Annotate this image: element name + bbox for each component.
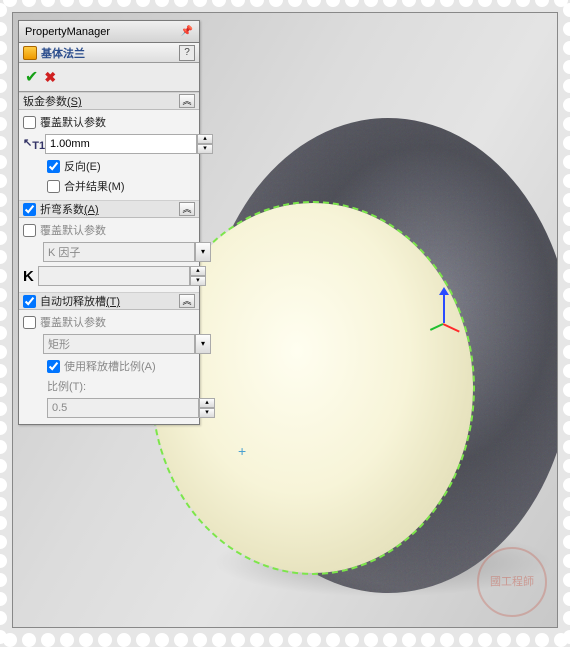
override-defaults-row[interactable]: 覆盖默认参数 (23, 222, 195, 238)
override-defaults-checkbox[interactable] (23, 316, 36, 329)
panel-title: PropertyManager (25, 26, 110, 38)
auto-relief-enable-checkbox[interactable] (23, 295, 36, 308)
reverse-checkbox[interactable] (47, 160, 60, 173)
override-defaults-checkbox[interactable] (23, 116, 36, 129)
thickness-spinbox[interactable]: ▴▾ (45, 134, 213, 154)
k-factor-row: K ▴▾ (23, 266, 195, 286)
help-button[interactable]: ? (179, 45, 195, 61)
spin-up-icon[interactable]: ▴ (197, 134, 213, 144)
use-ratio-checkbox[interactable] (47, 360, 60, 373)
section-body-auto-relief: 覆盖默认参数 ▾ 使用释放槽比例(A) 比例(T): ▴▾ (19, 310, 199, 424)
ratio-label-row: 比例(T): (23, 378, 195, 394)
pin-icon[interactable]: 📌 (181, 26, 193, 37)
override-defaults-checkbox[interactable] (23, 224, 36, 237)
ratio-input[interactable] (47, 398, 199, 418)
spin-down-icon[interactable]: ▾ (199, 408, 215, 418)
collapse-icon[interactable]: ︽ (179, 94, 195, 108)
reverse-row[interactable]: 反向(E) (23, 158, 195, 174)
override-defaults-label: 覆盖默认参数 (40, 314, 106, 330)
panel-titlebar[interactable]: PropertyManager 📌 (19, 21, 199, 43)
section-header-bend-allowance[interactable]: 折弯系数(A) ︽ (19, 200, 199, 218)
k-factor-spinbox[interactable]: ▴▾ (38, 266, 206, 286)
property-manager-panel: PropertyManager 📌 基体法兰 ? ✔ ✖ 钣金参数(S) ︽ 覆… (18, 20, 200, 425)
merge-row[interactable]: 合并结果(M) (23, 178, 195, 194)
z-axis-icon (443, 293, 445, 323)
bend-type-dropdown[interactable]: ▾ (43, 242, 211, 262)
spin-down-icon[interactable]: ▾ (190, 276, 206, 286)
merge-label: 合并结果(M) (64, 178, 125, 194)
section-label: 自动切释放槽(T) (40, 293, 120, 309)
section-body-sheet-metal: 覆盖默认参数 ↖T1 ▴▾ 反向(E) 合并结果(M) (19, 110, 199, 200)
collapse-icon[interactable]: ︽ (179, 202, 195, 216)
override-defaults-label: 覆盖默认参数 (40, 114, 106, 130)
override-defaults-label: 覆盖默认参数 (40, 222, 106, 238)
section-header-sheet-metal[interactable]: 钣金参数(S) ︽ (19, 92, 199, 110)
relief-type-value[interactable] (43, 334, 195, 354)
model-cylinder[interactable] (143, 143, 543, 583)
ratio-spinbox[interactable]: ▴▾ (47, 398, 215, 418)
thickness-row: ↖T1 ▴▾ (23, 134, 195, 154)
ok-button[interactable]: ✔ (25, 67, 38, 87)
watermark: 國工程師 (477, 547, 547, 617)
confirm-row: ✔ ✖ (19, 63, 199, 92)
spin-down-icon[interactable]: ▾ (197, 144, 213, 154)
relief-type-dropdown[interactable]: ▾ (43, 334, 211, 354)
bend-allowance-enable-checkbox[interactable] (23, 203, 36, 216)
ratio-label: 比例(T): (47, 378, 86, 394)
bend-type-row: ▾ (23, 242, 195, 262)
spin-up-icon[interactable]: ▴ (190, 266, 206, 276)
ratio-value-row: ▴▾ (23, 398, 195, 418)
thickness-icon: ↖T1 (23, 136, 41, 152)
section-label: 钣金参数(S) (23, 93, 82, 109)
feature-header: 基体法兰 ? (19, 43, 199, 63)
override-defaults-row[interactable]: 覆盖默认参数 (23, 114, 195, 130)
reverse-label: 反向(E) (64, 158, 101, 174)
k-factor-label: K (23, 268, 34, 285)
override-defaults-row[interactable]: 覆盖默认参数 (23, 314, 195, 330)
collapse-icon[interactable]: ︽ (179, 294, 195, 308)
section-body-bend-allowance: 覆盖默认参数 ▾ K ▴▾ (19, 218, 199, 292)
use-ratio-label: 使用释放槽比例(A) (64, 358, 156, 374)
section-header-auto-relief[interactable]: 自动切释放槽(T) ︽ (19, 292, 199, 310)
thickness-input[interactable] (45, 134, 197, 154)
relief-type-row: ▾ (23, 334, 195, 354)
base-flange-icon (23, 46, 37, 60)
k-factor-input[interactable] (38, 266, 190, 286)
section-label: 折弯系数(A) (40, 201, 99, 217)
bend-type-value[interactable] (43, 242, 195, 262)
feature-title: 基体法兰 (41, 45, 85, 61)
center-marker-icon: + (238, 443, 246, 459)
dropdown-icon[interactable]: ▾ (195, 334, 211, 354)
cancel-button[interactable]: ✖ (44, 69, 56, 86)
merge-checkbox[interactable] (47, 180, 60, 193)
dropdown-icon[interactable]: ▾ (195, 242, 211, 262)
spin-up-icon[interactable]: ▴ (199, 398, 215, 408)
use-ratio-row[interactable]: 使用释放槽比例(A) (23, 358, 195, 374)
